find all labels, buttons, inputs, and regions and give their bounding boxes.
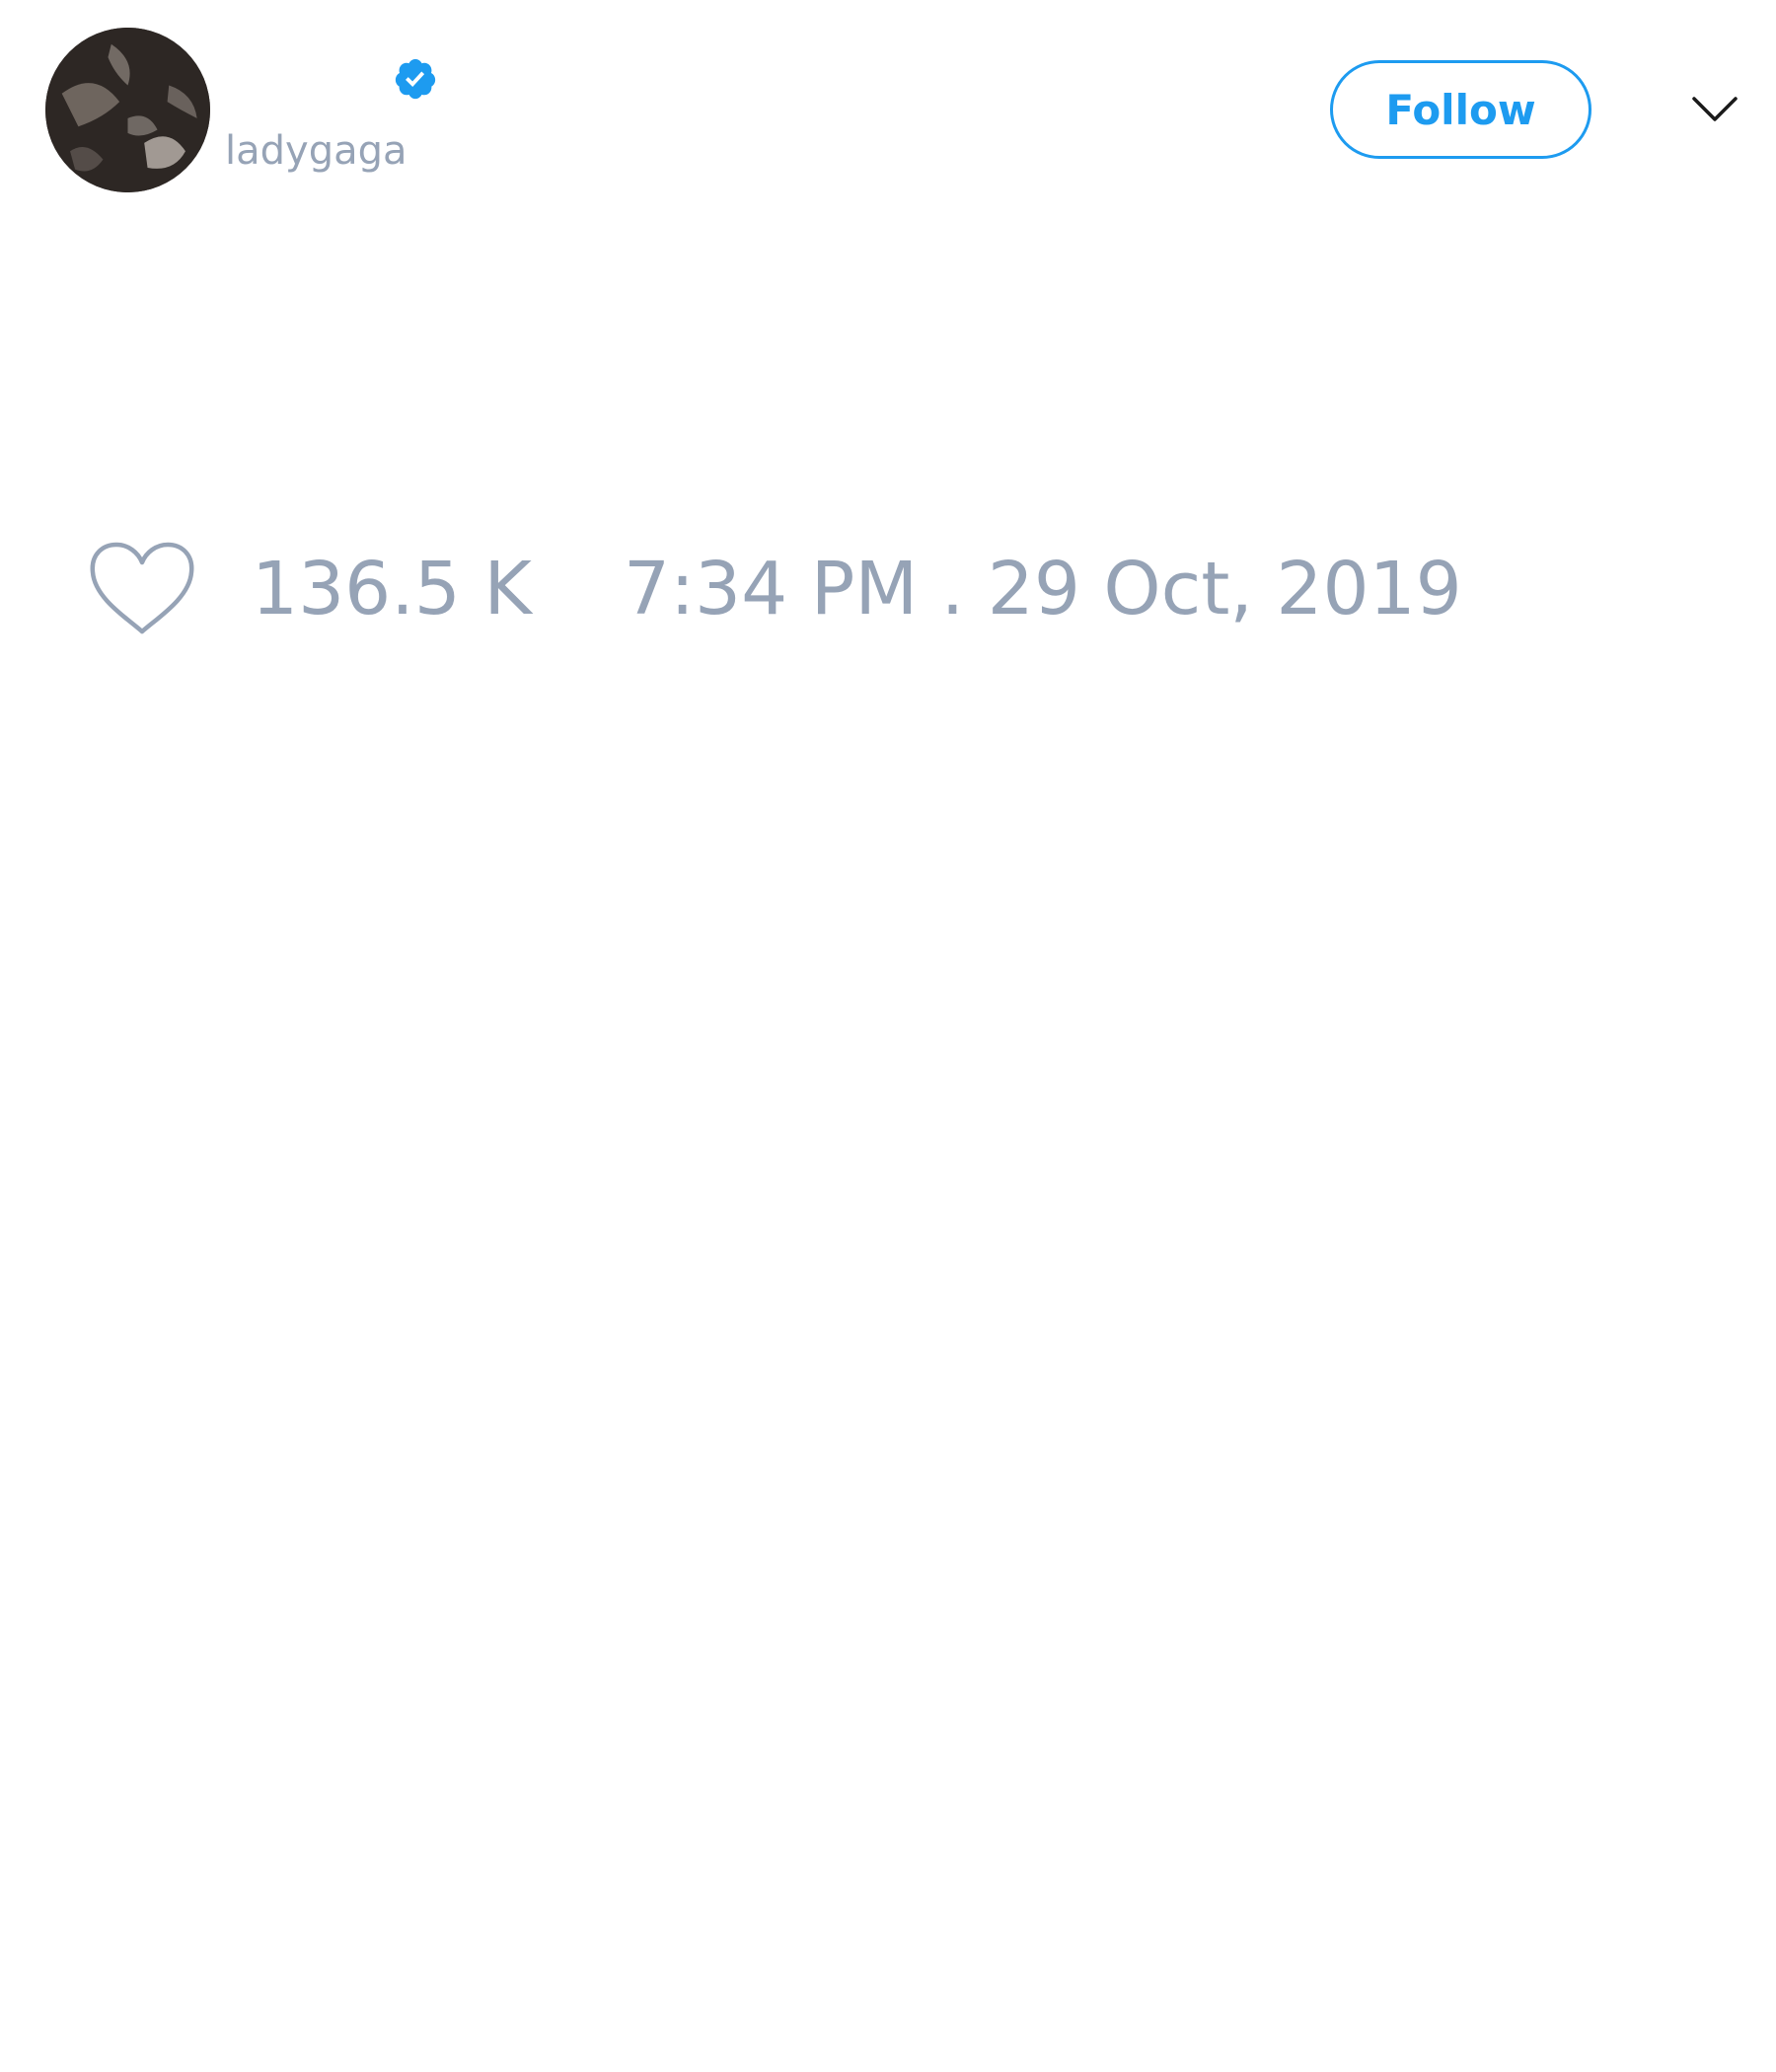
avatar-photo: [45, 28, 210, 192]
avatar[interactable]: [45, 28, 210, 192]
author-handle[interactable]: ladygaga: [225, 126, 407, 176]
chevron-down-icon[interactable]: [1690, 89, 1739, 130]
tweet-card: ladygaga Follow 136.5 K 7:34 PM . 29 Oct…: [0, 0, 1776, 2072]
like-count: 136.5 K: [252, 547, 532, 631]
follow-button[interactable]: Follow: [1330, 60, 1591, 159]
verified-badge-icon: [393, 56, 438, 102]
tweet-timestamp[interactable]: 7:34 PM . 29 Oct, 2019: [624, 545, 1462, 633]
heart-outline-icon[interactable]: [87, 541, 197, 639]
